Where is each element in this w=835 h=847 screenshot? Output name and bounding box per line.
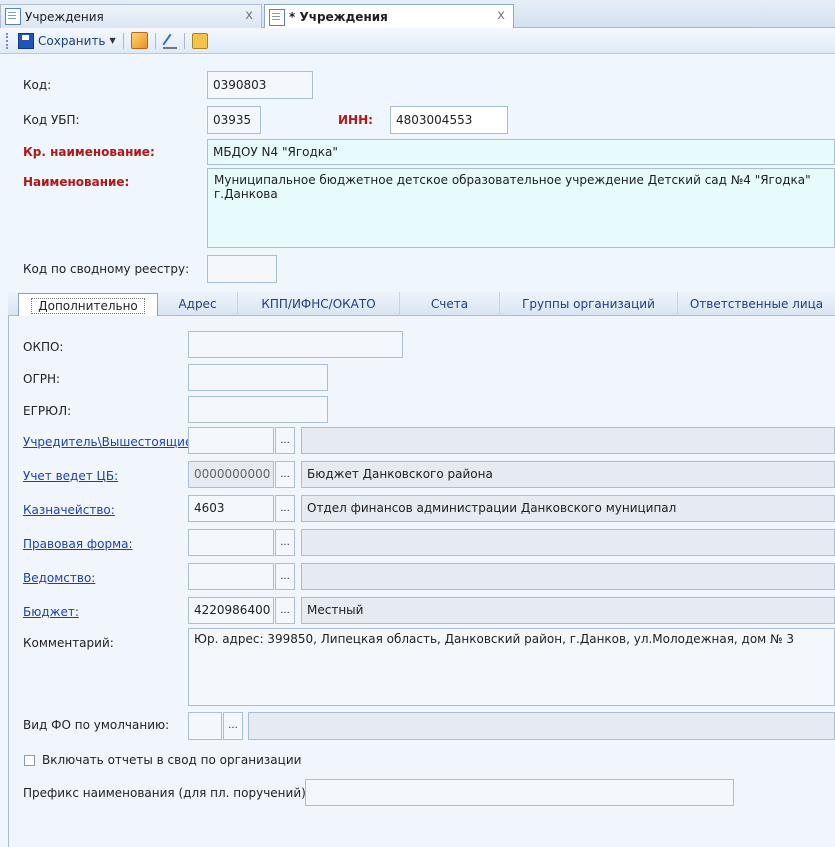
- founder-code-field[interactable]: [188, 427, 274, 454]
- copy-button[interactable]: [128, 30, 151, 52]
- egrul-field[interactable]: [188, 396, 328, 423]
- department-name-field: [301, 563, 835, 590]
- tab-label: КПП/ИФНС/ОКАТО: [261, 297, 376, 311]
- exit-button[interactable]: [189, 30, 211, 52]
- tab-label: Ответственные лица: [689, 297, 824, 311]
- kod-field[interactable]: 0390803: [207, 71, 313, 99]
- comment-field[interactable]: Юр. адрес: 399850, Липецкая область, Дан…: [188, 628, 835, 706]
- department-code-field[interactable]: [188, 563, 274, 590]
- cb-select-button[interactable]: ...: [275, 461, 295, 488]
- tab-title: Учреждения: [25, 9, 104, 24]
- chevron-down-icon[interactable]: ▼: [110, 36, 116, 45]
- founder-link[interactable]: Учредитель\Вышестоящие:: [23, 435, 196, 449]
- tab-scheta[interactable]: Счета: [400, 292, 500, 316]
- tab-uchrezhdeniya[interactable]: Учреждения x: [0, 4, 262, 28]
- budget-select-button[interactable]: ...: [275, 597, 295, 624]
- tab-label: Группы организаций: [522, 297, 655, 311]
- prefix-label: Префикс наименования (для пл. поручений)…: [23, 786, 310, 800]
- include-checkbox[interactable]: [24, 755, 35, 766]
- tab-otvetstvennye[interactable]: Ответственные лица: [678, 292, 835, 316]
- close-icon[interactable]: x: [245, 8, 253, 23]
- kod-ubp-label: Код УБП:: [23, 113, 80, 127]
- save-button-label: Сохранить: [38, 33, 106, 48]
- tab-kpp-ifns-okato[interactable]: КПП/ИФНС/ОКАТО: [238, 292, 400, 316]
- toolbar-separator: [154, 32, 156, 49]
- edit-document-icon: [269, 8, 285, 26]
- comment-label: Комментарий:: [23, 636, 114, 650]
- tab-title: * Учреждения: [289, 10, 388, 24]
- founder-name-field: [301, 427, 835, 454]
- fo-select-button[interactable]: ...: [223, 712, 243, 740]
- tab-label: Адрес: [178, 297, 217, 311]
- inner-tab-bar: Дополнительно Адрес КПП/ИФНС/ОКАТО Счета…: [8, 292, 835, 317]
- save-button[interactable]: Сохранить ▼: [15, 30, 119, 52]
- include-checkbox-label: Включать отчеты в свод по организации: [42, 753, 302, 767]
- legal-form-link[interactable]: Правовая форма:: [23, 537, 133, 551]
- okpo-field[interactable]: [188, 331, 403, 358]
- treasury-name-field: Отдел финансов администрации Данковского…: [301, 495, 835, 522]
- tab-label: Дополнительно: [31, 297, 145, 314]
- okpo-label: ОКПО:: [23, 340, 64, 354]
- short-name-label: Кр. наименование:: [23, 145, 155, 159]
- cb-code-field[interactable]: 0000000000: [188, 461, 274, 488]
- close-icon[interactable]: x: [497, 8, 505, 23]
- short-name-field[interactable]: МБДОУ N4 "Ягодка": [207, 139, 835, 165]
- budget-code-field[interactable]: 4220986400: [188, 597, 274, 624]
- tab-uchrezhdeniya-edit[interactable]: * Учреждения x: [264, 4, 514, 29]
- prefix-field[interactable]: [305, 779, 734, 806]
- tab-adres[interactable]: Адрес: [158, 292, 238, 316]
- legal-form-name-field: [301, 529, 835, 556]
- toolbar-separator: [122, 32, 124, 49]
- floppy-disk-icon: [18, 32, 34, 49]
- full-name-label: Наименование:: [23, 175, 130, 189]
- fo-name-field: [248, 712, 835, 740]
- fo-code-field[interactable]: [188, 712, 222, 740]
- toolbar: Сохранить ▼: [0, 28, 835, 54]
- fo-label: Вид ФО по умолчанию:: [23, 718, 170, 732]
- ogrn-field[interactable]: [188, 364, 328, 391]
- legal-form-select-button[interactable]: ...: [275, 529, 295, 556]
- copy-icon: [130, 32, 148, 49]
- toolbar-grip: [6, 32, 11, 49]
- inn-field[interactable]: 4803004553: [390, 106, 508, 134]
- pencil-icon: [162, 33, 177, 49]
- kod-ubp-field[interactable]: 03935: [207, 106, 261, 134]
- exit-icon: [191, 32, 208, 49]
- cb-link[interactable]: Учет ведет ЦБ:: [23, 469, 118, 483]
- department-link[interactable]: Ведомство:: [23, 571, 95, 585]
- treasury-code-field[interactable]: 4603: [188, 495, 274, 522]
- ogrn-label: ОГРН:: [23, 372, 61, 386]
- treasury-select-button[interactable]: ...: [275, 495, 295, 522]
- legal-form-code-field[interactable]: [188, 529, 274, 556]
- tab-gruppy[interactable]: Группы организаций: [500, 292, 678, 316]
- edit-button[interactable]: [160, 30, 180, 52]
- document-icon: [5, 8, 21, 25]
- full-name-field[interactable]: Муниципальное бюджетное детское образова…: [207, 168, 835, 248]
- treasury-link[interactable]: Казначейство:: [23, 503, 115, 517]
- department-select-button[interactable]: ...: [275, 563, 295, 590]
- egrul-label: ЕГРЮЛ:: [23, 404, 72, 418]
- kod-label: Код:: [23, 78, 52, 92]
- budget-name-field: Местный: [301, 597, 835, 624]
- registry-code-label: Код по сводному реестру:: [23, 262, 190, 276]
- cb-name-field: Бюджет Данковского района: [301, 461, 835, 488]
- founder-select-button[interactable]: ...: [275, 427, 295, 454]
- document-tab-bar: Учреждения x * Учреждения x: [0, 0, 835, 29]
- inn-label: ИНН:: [338, 113, 373, 127]
- registry-code-field[interactable]: [207, 255, 277, 283]
- tab-label: Счета: [430, 297, 469, 311]
- toolbar-separator: [183, 32, 185, 49]
- budget-link[interactable]: Бюджет:: [23, 605, 79, 619]
- tab-dopolnitelno[interactable]: Дополнительно: [18, 293, 158, 317]
